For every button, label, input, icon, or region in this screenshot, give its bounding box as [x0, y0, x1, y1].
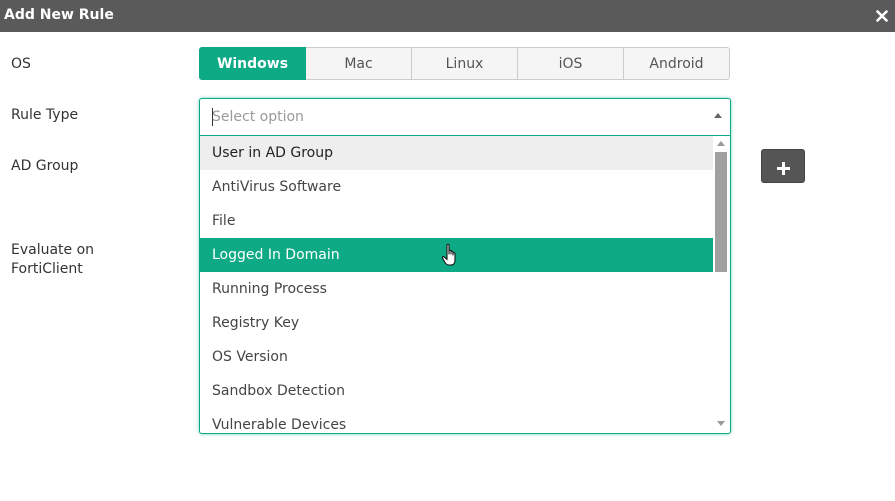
rule-type-search-input[interactable]: Select option — [200, 99, 730, 136]
scroll-up-icon[interactable] — [717, 141, 725, 146]
scrollbar-thumb[interactable] — [715, 152, 727, 272]
dialog-title: Add New Rule — [4, 7, 114, 23]
rule-type-label: Rule Type — [11, 107, 79, 123]
evaluate-label-line1: Evaluate on — [11, 242, 95, 258]
os-label: OS — [11, 56, 31, 72]
scroll-down-icon[interactable] — [717, 421, 725, 426]
hand-pointer-icon — [441, 243, 459, 269]
os-button-windows[interactable]: Windows — [199, 47, 306, 80]
rule-type-select[interactable]: Select option User in AD Group AntiVirus… — [199, 98, 731, 434]
rule-type-placeholder: Select option — [212, 109, 304, 125]
os-button-mac[interactable]: Mac — [306, 47, 412, 80]
option-antivirus-software[interactable]: AntiVirus Software — [200, 170, 713, 204]
os-button-ios[interactable]: iOS — [518, 47, 624, 80]
options-scrollbar[interactable] — [714, 136, 728, 432]
os-button-android[interactable]: Android — [624, 47, 730, 80]
option-registry-key[interactable]: Registry Key — [200, 306, 713, 340]
option-user-in-ad-group[interactable]: User in AD Group — [200, 136, 713, 170]
dialog-titlebar: Add New Rule — [0, 0, 895, 32]
evaluate-label-line2: FortiClient — [11, 261, 83, 277]
close-icon[interactable] — [876, 8, 888, 22]
ad-group-label: AD Group — [11, 158, 79, 174]
os-selector: Windows Mac Linux iOS Android — [199, 47, 730, 80]
option-os-version[interactable]: OS Version — [200, 340, 713, 374]
evaluate-label: Evaluate on FortiClient — [11, 241, 94, 279]
text-caret — [212, 108, 213, 126]
option-sandbox-detection[interactable]: Sandbox Detection — [200, 374, 713, 408]
option-running-process[interactable]: Running Process — [200, 272, 713, 306]
option-vulnerable-devices[interactable]: Vulnerable Devices — [200, 408, 713, 433]
os-button-linux[interactable]: Linux — [412, 47, 518, 80]
chevron-up-icon[interactable] — [714, 113, 722, 118]
add-ad-group-button[interactable] — [761, 149, 805, 183]
rule-type-options-list: User in AD Group AntiVirus Software File… — [200, 136, 713, 433]
plus-icon — [776, 160, 791, 176]
option-file[interactable]: File — [200, 204, 713, 238]
